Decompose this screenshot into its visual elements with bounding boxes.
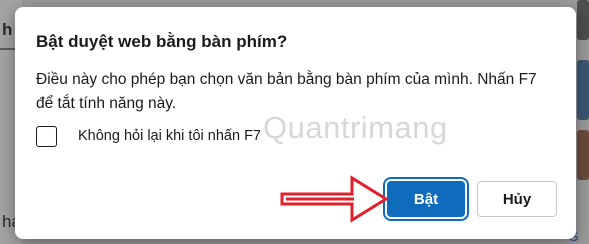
dont-ask-again-option[interactable]: Không hỏi lại khi tôi nhấn F7 — [36, 124, 261, 148]
dialog-title: Bật duyệt web bằng bàn phím? — [36, 32, 288, 51]
dont-ask-again-checkbox[interactable] — [36, 125, 57, 147]
red-arrow-icon — [280, 175, 389, 223]
cancel-button[interactable]: Hủy — [477, 181, 557, 217]
caret-browsing-dialog: Bật duyệt web bằng bàn phím? Điều này ch… — [15, 7, 576, 239]
enable-button[interactable]: Bật — [383, 177, 469, 221]
background-thumbnail — [577, 60, 589, 120]
dont-ask-again-label: Không hỏi lại khi tôi nhấn F7 — [78, 128, 261, 144]
background-thumbnail — [577, 130, 589, 180]
background-thumbnail — [577, 0, 589, 40]
dialog-message: Điều này cho phép bạn chọn văn bản bằng … — [36, 71, 537, 112]
